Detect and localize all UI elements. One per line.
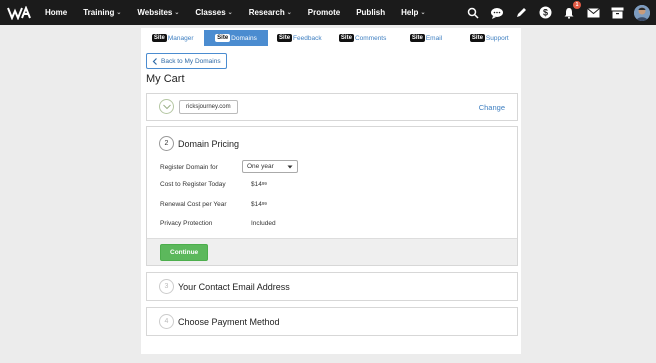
chevron-down-icon: ⌄ — [227, 10, 233, 16]
nav-promote[interactable]: Promote — [308, 8, 340, 17]
wa-logo[interactable] — [7, 4, 33, 22]
top-navigation-bar: Home Training ⌄ Websites ⌄ Classes ⌄ Resear… — [0, 0, 656, 25]
chevron-down-icon: ⌄ — [116, 10, 122, 16]
continue-button[interactable]: Continue — [160, 244, 209, 261]
card-title: Your Contact Email Address — [178, 282, 290, 292]
card-title: Choose Payment Method — [178, 317, 280, 327]
chevron-down-icon: ⌄ — [420, 10, 426, 16]
tab-site-comments[interactable]: Site Comments — [331, 30, 394, 46]
privacy-value: Included — [251, 220, 276, 227]
pencil-icon[interactable] — [514, 6, 528, 20]
site-tabs: Site Manager Site Domains Site Feedback Sit… — [141, 30, 521, 46]
cost-value: $1499 — [251, 181, 267, 188]
tab-site-email[interactable]: Site Email — [394, 30, 457, 46]
site-domains-panel: Site Manager Site Domains Site Feedback Sit… — [141, 28, 521, 354]
chevron-down-icon: ⌄ — [174, 10, 180, 16]
renewal-label: Renewal Cost per Year — [160, 201, 227, 208]
step-number: 4 — [159, 314, 174, 329]
register-label: Register Domain for — [160, 164, 218, 171]
tab-site-feedback[interactable]: Site Feedback — [268, 30, 331, 46]
nav-websites[interactable]: Websites ⌄ — [137, 8, 179, 17]
tab-site-support[interactable]: Site Support — [458, 30, 521, 46]
card-footer: Continue — [147, 238, 517, 265]
archive-icon[interactable] — [610, 6, 624, 20]
user-avatar[interactable] — [634, 4, 650, 21]
page-title: My Cart — [146, 73, 185, 85]
contact-email-step-card[interactable]: 3 Your Contact Email Address — [146, 272, 518, 301]
chevron-left-icon — [152, 57, 157, 65]
card-title: Domain Pricing — [178, 139, 240, 149]
chevron-down-icon: ⌄ — [286, 10, 292, 16]
notification-bell-icon[interactable]: 1 — [562, 0, 581, 20]
register-period-select[interactable]: One year — [242, 160, 298, 173]
dollar-icon[interactable]: $ — [538, 6, 552, 20]
renewal-value: $1499 — [251, 201, 267, 208]
nav-classes[interactable]: Classes ⌄ — [195, 8, 232, 17]
back-to-my-domains-button[interactable]: Back to My Domains — [146, 53, 227, 69]
back-button-label: Back to My Domains — [161, 57, 221, 65]
step-number: 2 — [159, 136, 174, 151]
nav-help[interactable]: Help ⌄ — [401, 8, 425, 17]
privacy-label: Privacy Protection — [160, 220, 213, 227]
select-value: One year — [247, 163, 274, 170]
nav-training[interactable]: Training ⌄ — [83, 8, 121, 17]
step-number: 3 — [159, 279, 174, 294]
selected-domain: ricksjourney.com — [179, 100, 238, 114]
checkmark-icon — [159, 99, 174, 114]
nav-home[interactable]: Home — [45, 8, 67, 17]
mail-icon[interactable] — [586, 6, 600, 20]
svg-text:$: $ — [542, 8, 547, 18]
domain-pricing-card: 2 Domain Pricing Register Domain for One… — [146, 126, 518, 266]
tab-site-domains[interactable]: Site Domains — [204, 30, 268, 46]
chevron-down-icon — [287, 165, 293, 168]
payment-method-step-card[interactable]: 4 Choose Payment Method — [146, 307, 518, 336]
change-link[interactable]: Change — [479, 103, 505, 112]
cost-label: Cost to Register Today — [160, 181, 226, 188]
nav-publish[interactable]: Publish — [356, 8, 385, 17]
domain-step-card: ricksjourney.com Change — [146, 93, 518, 121]
chat-icon[interactable] — [490, 6, 504, 20]
tab-site-manager[interactable]: Site Manager — [141, 30, 204, 46]
search-icon[interactable] — [466, 6, 480, 20]
nav-research[interactable]: Research ⌄ — [249, 8, 292, 17]
notification-badge: 1 — [573, 0, 581, 9]
